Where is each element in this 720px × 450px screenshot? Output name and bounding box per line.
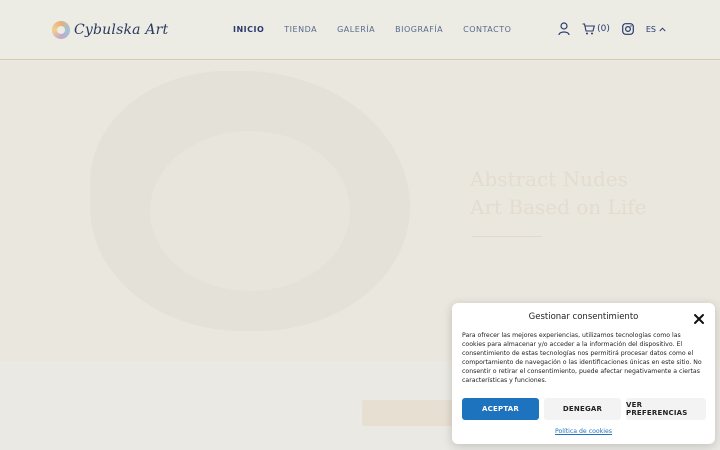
header-actions: (0) ES [558, 22, 666, 36]
cookie-consent-dialog: Gestionar consentimiento Para ofrecer la… [452, 303, 715, 444]
language-label: ES [645, 24, 656, 34]
cart-icon [582, 23, 596, 35]
nav-item-biografia[interactable]: BIOGRAFÍA [395, 25, 443, 34]
cart-count: (0) [597, 24, 610, 34]
logo-text: Cybulska Art [74, 22, 169, 38]
nav-item-galeria[interactable]: GALERÍA [337, 25, 375, 34]
nav-item-inicio[interactable]: INICIO [233, 25, 264, 34]
site-header: Cybulska Art INICIO TIENDA GALERÍA BIOGR… [0, 0, 720, 60]
cookie-policy-link[interactable]: Política de cookies [452, 428, 715, 435]
content-card [362, 400, 454, 426]
nav-item-tienda[interactable]: TIENDA [284, 25, 317, 34]
consent-body: Para ofrecer las mejores experiencias, u… [462, 332, 702, 384]
hero-divider [472, 236, 542, 237]
accept-button[interactable]: ACEPTAR [462, 398, 539, 420]
main-nav: INICIO TIENDA GALERÍA BIOGRAFÍA CONTACTO [233, 25, 511, 34]
logo-mark-icon [52, 21, 70, 39]
site-logo[interactable]: Cybulska Art [52, 18, 168, 42]
hero-title: Abstract Nudes Art Based on Life [470, 167, 647, 219]
cart-button[interactable]: (0) [582, 23, 610, 35]
preferences-button[interactable]: VER PREFERENCIAS [626, 398, 706, 420]
nav-item-contacto[interactable]: CONTACTO [463, 25, 511, 34]
instagram-icon[interactable] [621, 23, 634, 35]
user-icon[interactable] [558, 22, 570, 36]
consent-title: Gestionar consentimiento [528, 312, 639, 322]
language-switcher[interactable]: ES [646, 25, 666, 34]
close-icon [694, 314, 704, 324]
hero-artwork-detail [150, 131, 350, 291]
deny-button[interactable]: DENEGAR [544, 398, 621, 420]
close-button[interactable] [693, 310, 705, 324]
chevron-up-icon [659, 26, 666, 31]
